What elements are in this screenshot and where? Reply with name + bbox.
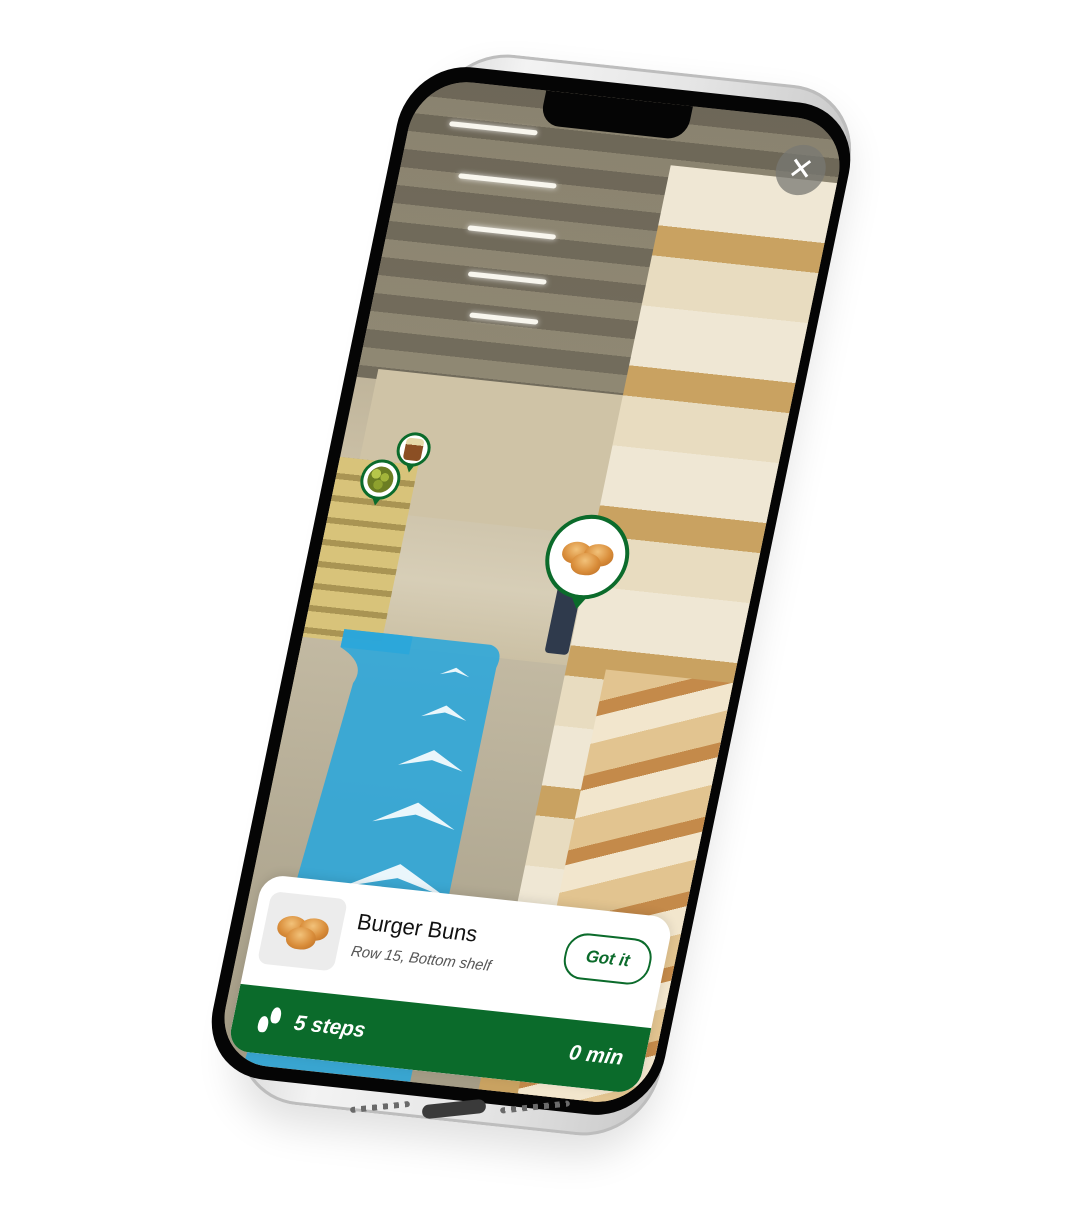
eta-time: 0 min [567, 1040, 626, 1070]
product-name: Burger Buns [354, 908, 480, 947]
steps-count: 5 steps [292, 1011, 368, 1043]
burger-bun-icon [558, 534, 617, 579]
phone: ✕ Burger Buns Row 15, Bottom shelf Got i… [0, 0, 1092, 1212]
peas-icon [364, 465, 396, 494]
product-thumbnail [256, 891, 349, 972]
product-location: Row 15, Bottom shelf [349, 942, 493, 975]
close-icon: ✕ [784, 150, 817, 189]
jar-icon [402, 437, 425, 462]
burger-bun-icon [273, 909, 332, 954]
got-it-button[interactable]: Got it [559, 931, 656, 987]
device-mockup: ✕ Burger Buns Row 15, Bottom shelf Got i… [0, 0, 1092, 1212]
footsteps-icon [254, 1005, 285, 1036]
